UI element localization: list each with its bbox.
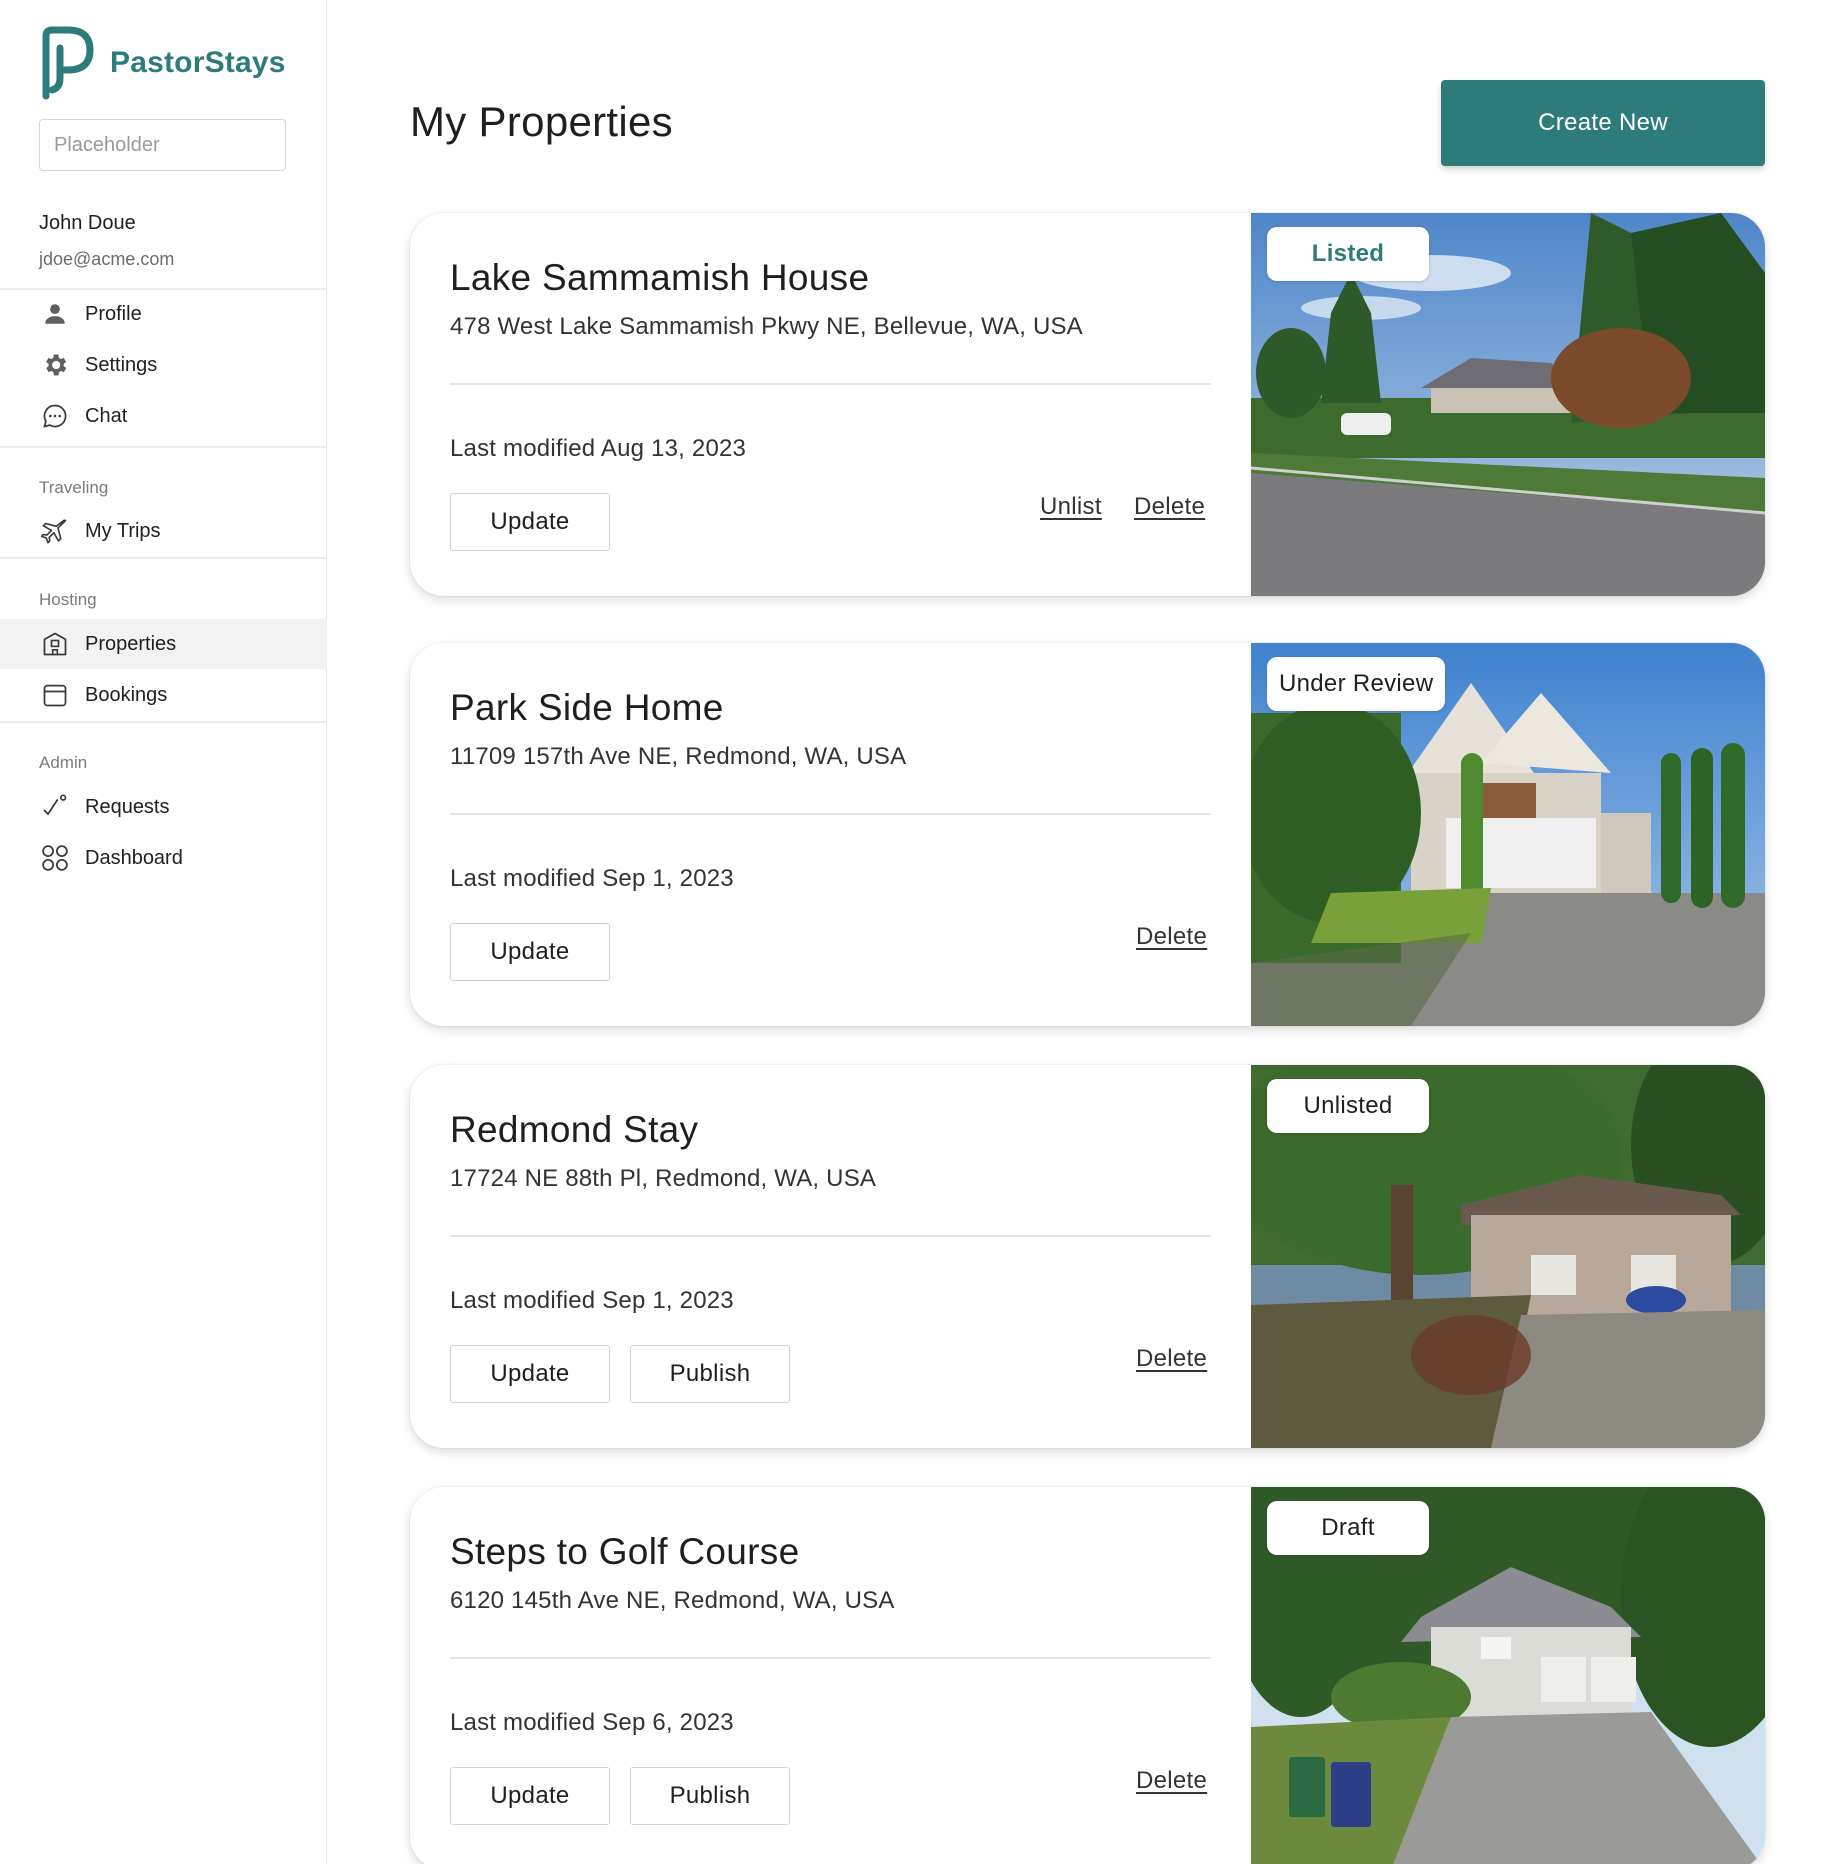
property-card: Lake Sammamish House 478 West Lake Samma… xyxy=(410,213,1765,596)
sidebar-item-dashboard[interactable]: Dashboard xyxy=(0,833,327,883)
delete-link[interactable]: Delete xyxy=(1136,1345,1207,1373)
pastorstays-logo-icon xyxy=(42,26,94,100)
sidebar-item-label: Bookings xyxy=(85,683,168,706)
property-card-body: Steps to Golf Course 6120 145th Ave NE, … xyxy=(410,1487,1250,1864)
property-title: Lake Sammamish House xyxy=(450,257,870,298)
property-address: 478 West Lake Sammamish Pkwy NE, Bellevu… xyxy=(450,313,1083,340)
update-button[interactable]: Update xyxy=(450,1767,610,1825)
property-address: 17724 NE 88th Pl, Redmond, WA, USA xyxy=(450,1165,877,1192)
sidebar-divider xyxy=(0,721,327,723)
property-card: Park Side Home 11709 157th Ave NE, Redmo… xyxy=(410,643,1765,1026)
property-last-modified: Last modified Sep 6, 2023 xyxy=(450,1709,734,1736)
unlist-link[interactable]: Unlist xyxy=(1040,493,1102,521)
card-divider xyxy=(450,1657,1211,1659)
property-photo[interactable]: Unlisted xyxy=(1251,1065,1765,1448)
property-address: 6120 145th Ave NE, Redmond, WA, USA xyxy=(450,1587,895,1614)
property-photo[interactable]: Under Review xyxy=(1251,643,1765,1026)
publish-button[interactable]: Publish xyxy=(630,1767,790,1825)
section-heading-traveling: Traveling xyxy=(39,478,109,497)
sidebar-item-label: Profile xyxy=(85,302,142,325)
property-card: Redmond Stay 17724 NE 88th Pl, Redmond, … xyxy=(410,1065,1765,1448)
check-trend-icon xyxy=(39,791,71,823)
property-title: Steps to Golf Course xyxy=(450,1531,800,1572)
sidebar-divider xyxy=(0,446,327,448)
brand-name: PastorStays xyxy=(110,46,286,79)
publish-button[interactable]: Publish xyxy=(630,1345,790,1403)
user-name: John Doue xyxy=(39,212,136,234)
update-button[interactable]: Update xyxy=(450,923,610,981)
property-card-body: Park Side Home 11709 157th Ave NE, Redmo… xyxy=(410,643,1250,1026)
property-photo[interactable]: Draft xyxy=(1251,1487,1765,1864)
section-heading-admin: Admin xyxy=(39,753,88,772)
sidebar-item-requests[interactable]: Requests xyxy=(0,782,327,832)
card-divider xyxy=(450,813,1211,815)
card-divider xyxy=(450,383,1211,385)
sidebar-item-label: Chat xyxy=(85,404,128,427)
property-title: Redmond Stay xyxy=(450,1109,699,1150)
delete-link[interactable]: Delete xyxy=(1136,1767,1207,1795)
brand[interactable]: PastorStays xyxy=(38,26,286,100)
property-address: 11709 157th Ave NE, Redmond, WA, USA xyxy=(450,743,907,770)
grid-circles-icon xyxy=(39,842,71,874)
sidebar-item-label: My Trips xyxy=(85,519,161,542)
update-button[interactable]: Update xyxy=(450,1345,610,1403)
property-card-body: Lake Sammamish House 478 West Lake Samma… xyxy=(410,213,1250,596)
section-heading-hosting: Hosting xyxy=(39,590,97,609)
sidebar-item-bookings[interactable]: Bookings xyxy=(0,670,327,720)
property-card-body: Redmond Stay 17724 NE 88th Pl, Redmond, … xyxy=(410,1065,1250,1448)
search-input[interactable] xyxy=(39,119,286,171)
airplane-icon xyxy=(39,515,71,547)
calendar-icon xyxy=(39,679,71,711)
property-last-modified: Last modified Aug 13, 2023 xyxy=(450,435,747,462)
gear-icon xyxy=(39,349,71,381)
page-title: My Properties xyxy=(410,98,673,145)
property-last-modified: Last modified Sep 1, 2023 xyxy=(450,865,734,892)
sidebar-item-chat[interactable]: Chat xyxy=(0,391,327,441)
status-badge: Unlisted xyxy=(1267,1079,1429,1133)
sidebar-item-label: Properties xyxy=(85,632,177,655)
status-badge: Under Review xyxy=(1267,657,1446,711)
sidebar-divider xyxy=(0,557,327,559)
property-card: Steps to Golf Course 6120 145th Ave NE, … xyxy=(410,1487,1765,1864)
update-button[interactable]: Update xyxy=(450,493,610,551)
sidebar-item-my-trips[interactable]: My Trips xyxy=(0,506,327,556)
building-icon xyxy=(39,628,71,660)
sidebar-item-label: Requests xyxy=(85,795,170,818)
chat-bubble-icon xyxy=(39,400,71,432)
user-email: jdoe@acme.com xyxy=(39,249,175,269)
delete-link[interactable]: Delete xyxy=(1136,923,1207,951)
sidebar: PastorStays John Doue jdoe@acme.com Prof… xyxy=(0,0,327,1864)
property-photo[interactable]: Listed xyxy=(1251,213,1765,596)
sidebar-item-properties[interactable]: Properties xyxy=(0,619,327,669)
person-icon xyxy=(39,298,71,330)
sidebar-item-settings[interactable]: Settings xyxy=(0,340,327,390)
sidebar-item-label: Settings xyxy=(85,353,158,376)
sidebar-item-profile[interactable]: Profile xyxy=(0,289,327,339)
delete-link[interactable]: Delete xyxy=(1134,493,1205,521)
property-title: Park Side Home xyxy=(450,687,724,728)
status-badge: Listed xyxy=(1267,227,1429,281)
card-divider xyxy=(450,1235,1211,1237)
sidebar-item-label: Dashboard xyxy=(85,846,183,869)
property-last-modified: Last modified Sep 1, 2023 xyxy=(450,1287,734,1314)
create-new-button[interactable]: Create New xyxy=(1441,80,1765,166)
status-badge: Draft xyxy=(1267,1501,1429,1555)
